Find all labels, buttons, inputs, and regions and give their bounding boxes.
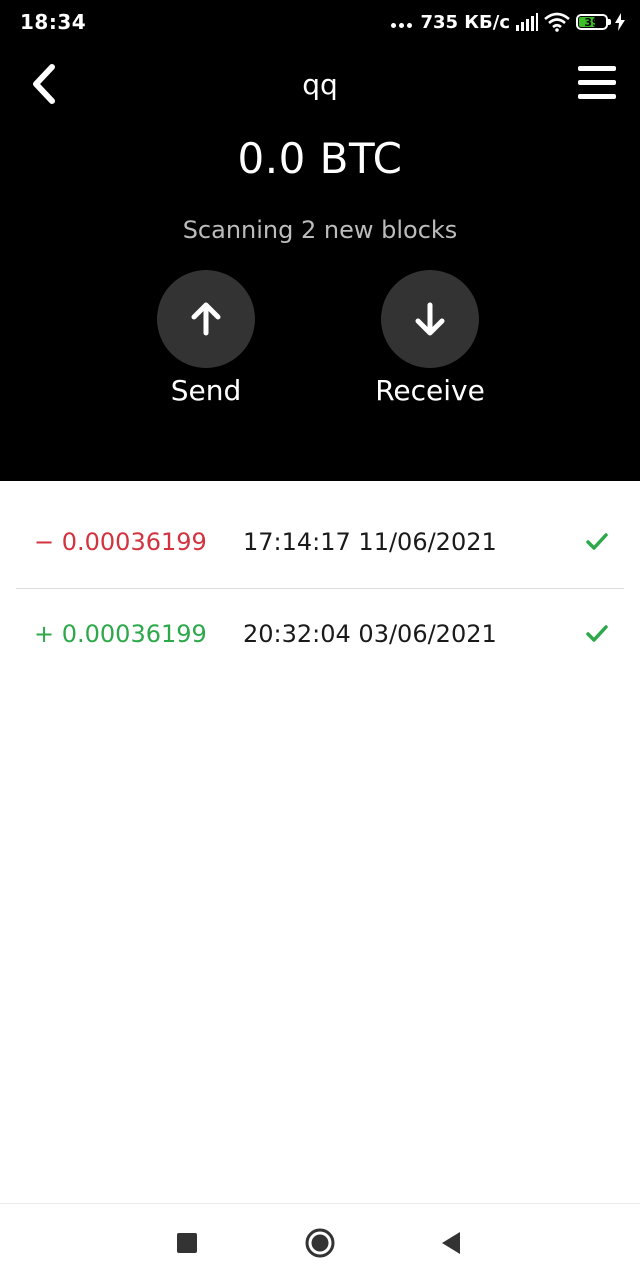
wifi-icon xyxy=(544,12,570,32)
sync-status: Scanning 2 new blocks xyxy=(182,216,458,244)
more-dots-icon xyxy=(391,16,413,28)
transaction-amount: − 0.00036199 xyxy=(34,528,207,556)
receive-button[interactable]: Receive xyxy=(355,270,505,407)
system-navigation-bar xyxy=(0,1203,640,1281)
status-time: 18:34 xyxy=(20,10,87,34)
transaction-amount: + 0.00036199 xyxy=(34,620,207,648)
arrow-down-icon xyxy=(415,302,445,336)
transaction-row[interactable]: − 0.00036199 17:14:17 11/06/2021 xyxy=(16,497,624,589)
transaction-datetime: 17:14:17 11/06/2021 xyxy=(243,528,497,556)
signal-icon xyxy=(516,13,538,31)
charging-bolt-icon xyxy=(615,13,625,31)
wallet-header: 18:34 735 КБ/с 39 qq 0.0 BTC Scanning 2 … xyxy=(0,0,640,481)
wallet-balance: 0.0 BTC xyxy=(237,134,403,183)
send-button[interactable]: Send xyxy=(131,270,281,407)
transaction-datetime: 20:32:04 03/06/2021 xyxy=(243,620,497,648)
status-bar: 18:34 735 КБ/с 39 xyxy=(0,0,640,46)
transaction-row[interactable]: + 0.00036199 20:32:04 03/06/2021 xyxy=(16,589,624,681)
send-label[interactable]: Send xyxy=(131,374,281,407)
checkmark-icon xyxy=(586,625,608,642)
status-icons: 735 КБ/с 39 xyxy=(391,9,626,35)
network-speed: 735 КБ/с xyxy=(420,11,510,33)
receive-label[interactable]: Receive xyxy=(355,374,505,407)
back-triangle-icon[interactable] xyxy=(434,1226,468,1260)
hamburger-menu-icon[interactable] xyxy=(576,64,618,104)
battery-icon: 39 xyxy=(576,14,611,30)
battery-level: 39 xyxy=(584,15,600,29)
receive-circle[interactable] xyxy=(381,270,479,368)
wallet-name: qq xyxy=(302,68,338,101)
recent-apps-square-icon[interactable] xyxy=(170,1226,204,1260)
arrow-up-icon xyxy=(191,302,221,336)
send-circle[interactable] xyxy=(157,270,255,368)
home-circle-icon[interactable] xyxy=(303,1226,337,1260)
checkmark-icon xyxy=(586,533,608,550)
transaction-list: − 0.00036199 17:14:17 11/06/2021 + 0.000… xyxy=(0,481,640,681)
